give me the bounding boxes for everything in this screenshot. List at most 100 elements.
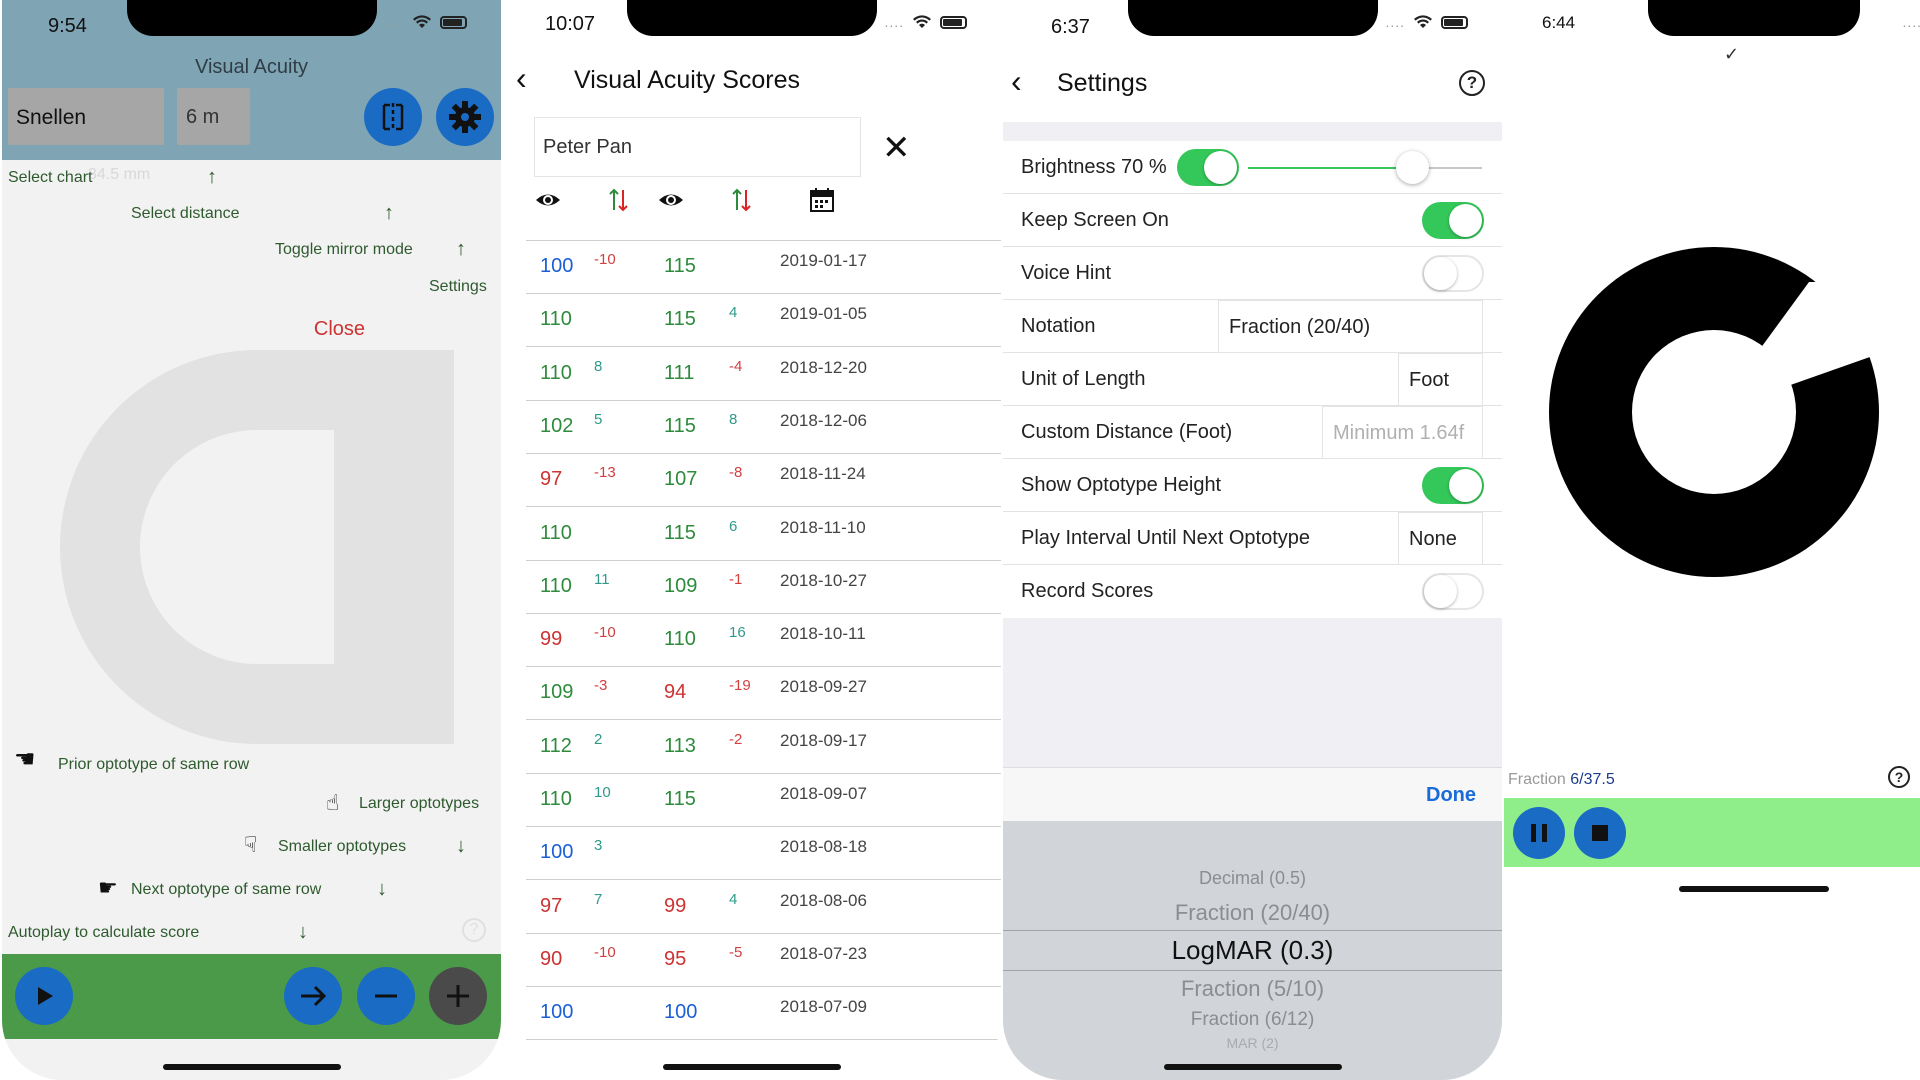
score-left-eye: 115 bbox=[664, 255, 696, 277]
change-right-eye: 8 bbox=[594, 357, 603, 375]
brightness-toggle[interactable] bbox=[1177, 149, 1239, 186]
score-right-eye: 90 bbox=[540, 947, 563, 970]
hint-next-optotype: Next optotype of same row bbox=[131, 881, 322, 898]
hint-select-distance: Select distance bbox=[131, 205, 240, 222]
next-button[interactable] bbox=[284, 967, 342, 1025]
unit-field[interactable]: Foot bbox=[1398, 353, 1483, 406]
custom-distance-field[interactable]: Minimum 1.64f bbox=[1322, 406, 1483, 459]
close-icon[interactable]: ✕ bbox=[882, 128, 911, 168]
notation-field[interactable]: Fraction (20/40) bbox=[1218, 300, 1483, 353]
voice-hint-toggle[interactable] bbox=[1422, 255, 1484, 292]
table-row[interactable]: 112 2 113 -2 2018-09-17 bbox=[526, 721, 1001, 774]
setting-unit: Unit of Length Foot bbox=[1003, 353, 1502, 406]
table-row[interactable]: 110 115 4 2019-01-05 bbox=[526, 294, 1001, 348]
status-time: 6:37 bbox=[1051, 16, 1090, 38]
stop-button[interactable] bbox=[1574, 807, 1626, 859]
home-indicator bbox=[662, 1064, 841, 1070]
score-left-eye: 110 bbox=[664, 628, 696, 651]
picker-option[interactable]: Decimal (0.5) bbox=[1003, 868, 1502, 889]
change-left-eye: -19 bbox=[729, 677, 751, 695]
table-row[interactable]: 100 3 2018-08-18 bbox=[526, 827, 1001, 881]
patient-name-field[interactable]: Peter Pan bbox=[534, 117, 861, 177]
setting-voice-hint: Voice Hint bbox=[1003, 247, 1502, 300]
battery-icon bbox=[1441, 15, 1468, 29]
picker-option-selected[interactable]: LogMAR (0.3) bbox=[1003, 935, 1502, 966]
keep-screen-on-toggle[interactable] bbox=[1422, 202, 1484, 239]
score-date: 2018-12-20 bbox=[780, 357, 867, 377]
brightness-slider-thumb[interactable] bbox=[1395, 151, 1429, 184]
picker-option[interactable]: Fraction (20/40) bbox=[1003, 900, 1502, 926]
table-row[interactable]: 110 11 109 -1 2018-10-27 bbox=[526, 561, 1001, 614]
control-bar bbox=[1504, 798, 1920, 867]
done-button[interactable]: Done bbox=[1426, 784, 1476, 807]
help-icon[interactable]: ? bbox=[462, 918, 486, 942]
table-row[interactable]: 99 -10 110 16 2018-10-11 bbox=[526, 614, 1001, 668]
change-right-eye: 3 bbox=[594, 837, 603, 855]
setting-play-interval: Play Interval Until Next Optotype None bbox=[1003, 512, 1502, 565]
close-link[interactable]: Close bbox=[2, 318, 501, 341]
table-row[interactable]: 97 -13 107 -8 2018-11-24 bbox=[526, 454, 1001, 508]
help-icon[interactable]: ? bbox=[1459, 70, 1485, 96]
play-interval-field[interactable]: None bbox=[1398, 512, 1483, 565]
table-row[interactable]: 110 10 115 2018-09-07 bbox=[526, 774, 1001, 827]
back-chevron-icon[interactable]: ‹ bbox=[516, 60, 527, 97]
notation-picker[interactable]: Decimal (0.5) Fraction (20/40) LogMAR (0… bbox=[1003, 821, 1502, 1080]
settings-button[interactable] bbox=[436, 88, 494, 146]
arrow-down-icon: ↓ bbox=[298, 921, 308, 943]
status-icons: .... bbox=[384, 14, 467, 30]
table-row[interactable]: 110 115 6 2018-11-10 bbox=[526, 508, 1001, 561]
play-button[interactable] bbox=[15, 967, 73, 1025]
show-height-toggle[interactable] bbox=[1422, 467, 1484, 504]
score-date: 2018-07-23 bbox=[780, 943, 867, 963]
change-right-eye: -13 bbox=[594, 464, 616, 482]
record-scores-label: Record Scores bbox=[1021, 580, 1154, 602]
swipe-down-icon: ☟ bbox=[244, 832, 258, 857]
table-row[interactable]: 100 -10 115 2019-01-17 bbox=[526, 241, 1001, 294]
setting-keep-screen-on: Keep Screen On bbox=[1003, 194, 1502, 247]
change-right-eye: -10 bbox=[594, 251, 616, 268]
smaller-button[interactable] bbox=[357, 967, 415, 1025]
hint-smaller-optotypes: Smaller optotypes bbox=[278, 838, 407, 855]
status-icons: .... bbox=[1902, 14, 1920, 30]
wifi-icon bbox=[913, 15, 931, 28]
pause-button[interactable] bbox=[1513, 807, 1565, 859]
phone-settings: 6:37 .... ‹ Settings ? Brightness 70 % K… bbox=[1003, 0, 1502, 1080]
phone-scores: 10:07 .... ‹ Visual Acuity Scores Peter … bbox=[502, 0, 1001, 1080]
picker-option[interactable]: Fraction (5/10) bbox=[1003, 976, 1502, 1002]
picker-option[interactable]: MAR (2) bbox=[1003, 1035, 1502, 1051]
score-left-eye: 111 bbox=[664, 361, 695, 384]
table-row[interactable]: 102 5 115 8 2018-12-06 bbox=[526, 401, 1001, 454]
larger-button[interactable] bbox=[429, 967, 487, 1025]
brightness-slider[interactable] bbox=[1248, 151, 1482, 184]
table-row[interactable]: 110 8 111 -4 2018-12-20 bbox=[526, 348, 1001, 401]
score-date: 2018-10-27 bbox=[780, 570, 867, 590]
status-time: 6:44 bbox=[1542, 13, 1576, 32]
header-divider bbox=[526, 188, 1001, 241]
app-title: Visual Acuity bbox=[194, 56, 309, 78]
score-right-eye: 102 bbox=[540, 414, 574, 437]
chart-select[interactable]: Snellen bbox=[8, 88, 164, 145]
stop-icon bbox=[1592, 825, 1608, 841]
score-date: 2018-08-06 bbox=[780, 890, 867, 910]
table-row[interactable]: 97 7 99 4 2018-08-06 bbox=[526, 881, 1001, 934]
distance-select[interactable]: 6 m bbox=[177, 88, 250, 145]
table-row[interactable]: 109 -3 94 -19 2018-09-27 bbox=[526, 667, 1001, 721]
help-icon[interactable]: ? bbox=[1888, 766, 1910, 788]
change-right-eye: 2 bbox=[594, 730, 603, 748]
score-right-eye: 97 bbox=[540, 468, 563, 491]
wifi-icon bbox=[1414, 15, 1432, 28]
record-scores-toggle[interactable] bbox=[1422, 573, 1484, 610]
score-date: 2018-07-09 bbox=[780, 997, 867, 1017]
table-row[interactable]: 90 -10 95 -5 2018-07-23 bbox=[526, 934, 1001, 987]
back-chevron-icon[interactable]: ‹ bbox=[1011, 63, 1022, 100]
status-time: 9:54 bbox=[48, 15, 87, 37]
table-row[interactable]: 100 100 2018-07-09 bbox=[526, 987, 1001, 1041]
picker-option[interactable]: Fraction (6/12) bbox=[1003, 1009, 1502, 1031]
picker-selection-line bbox=[1003, 970, 1502, 971]
screenshot-collage: 9:54 .... Visual Acuity Snellen 6 m 34.5… bbox=[0, 0, 1920, 1080]
phone-test: 6:44 .... ✓ Fraction 6/37.5 ? bbox=[1504, 0, 1920, 904]
score-right-eye: 110 bbox=[540, 308, 572, 331]
mirror-toggle-button[interactable] bbox=[364, 88, 422, 146]
picker-toolbar: Done bbox=[1003, 767, 1502, 821]
score-right-eye: 97 bbox=[540, 894, 563, 917]
